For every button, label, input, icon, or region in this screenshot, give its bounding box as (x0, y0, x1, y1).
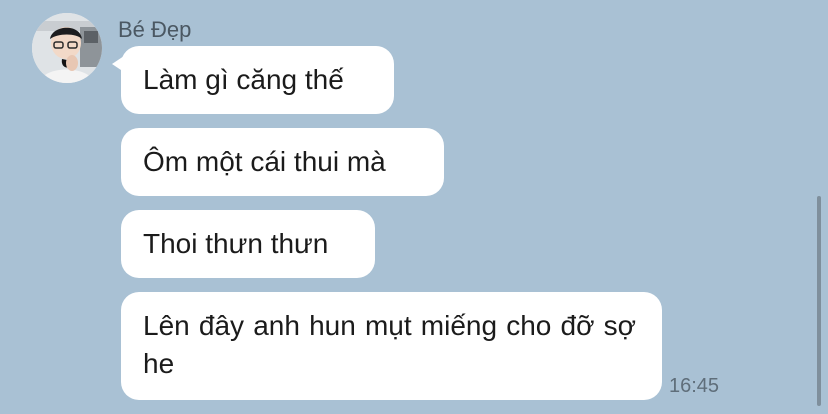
chat-area[interactable]: Bé Đẹp Làm gì căng thế Ôm một cái thui m… (0, 0, 828, 414)
message-bubble[interactable]: Lên đây anh hun mụt miếng cho đỡ sợ he (121, 292, 662, 400)
message-text: Làm gì căng thế (143, 64, 344, 95)
message-bubble[interactable]: Thoi thưn thưn (121, 210, 375, 278)
bubble-tail (112, 56, 124, 72)
message-text: Thoi thưn thưn (143, 228, 329, 259)
message-text: Lên đây anh hun mụt miếng cho đỡ sợ he (143, 310, 636, 379)
avatar-photo-icon (32, 13, 102, 83)
message-timestamp: 16:45 (669, 375, 720, 397)
message-bubble[interactable]: Làm gì căng thế (112, 46, 394, 114)
message-text: Ôm một cái thui mà (143, 146, 386, 177)
sender-name: Bé Đẹp (118, 17, 192, 42)
message-bubble[interactable]: Ôm một cái thui mà (121, 128, 444, 196)
scrollbar[interactable] (817, 196, 821, 406)
contact-avatar[interactable] (32, 13, 102, 83)
